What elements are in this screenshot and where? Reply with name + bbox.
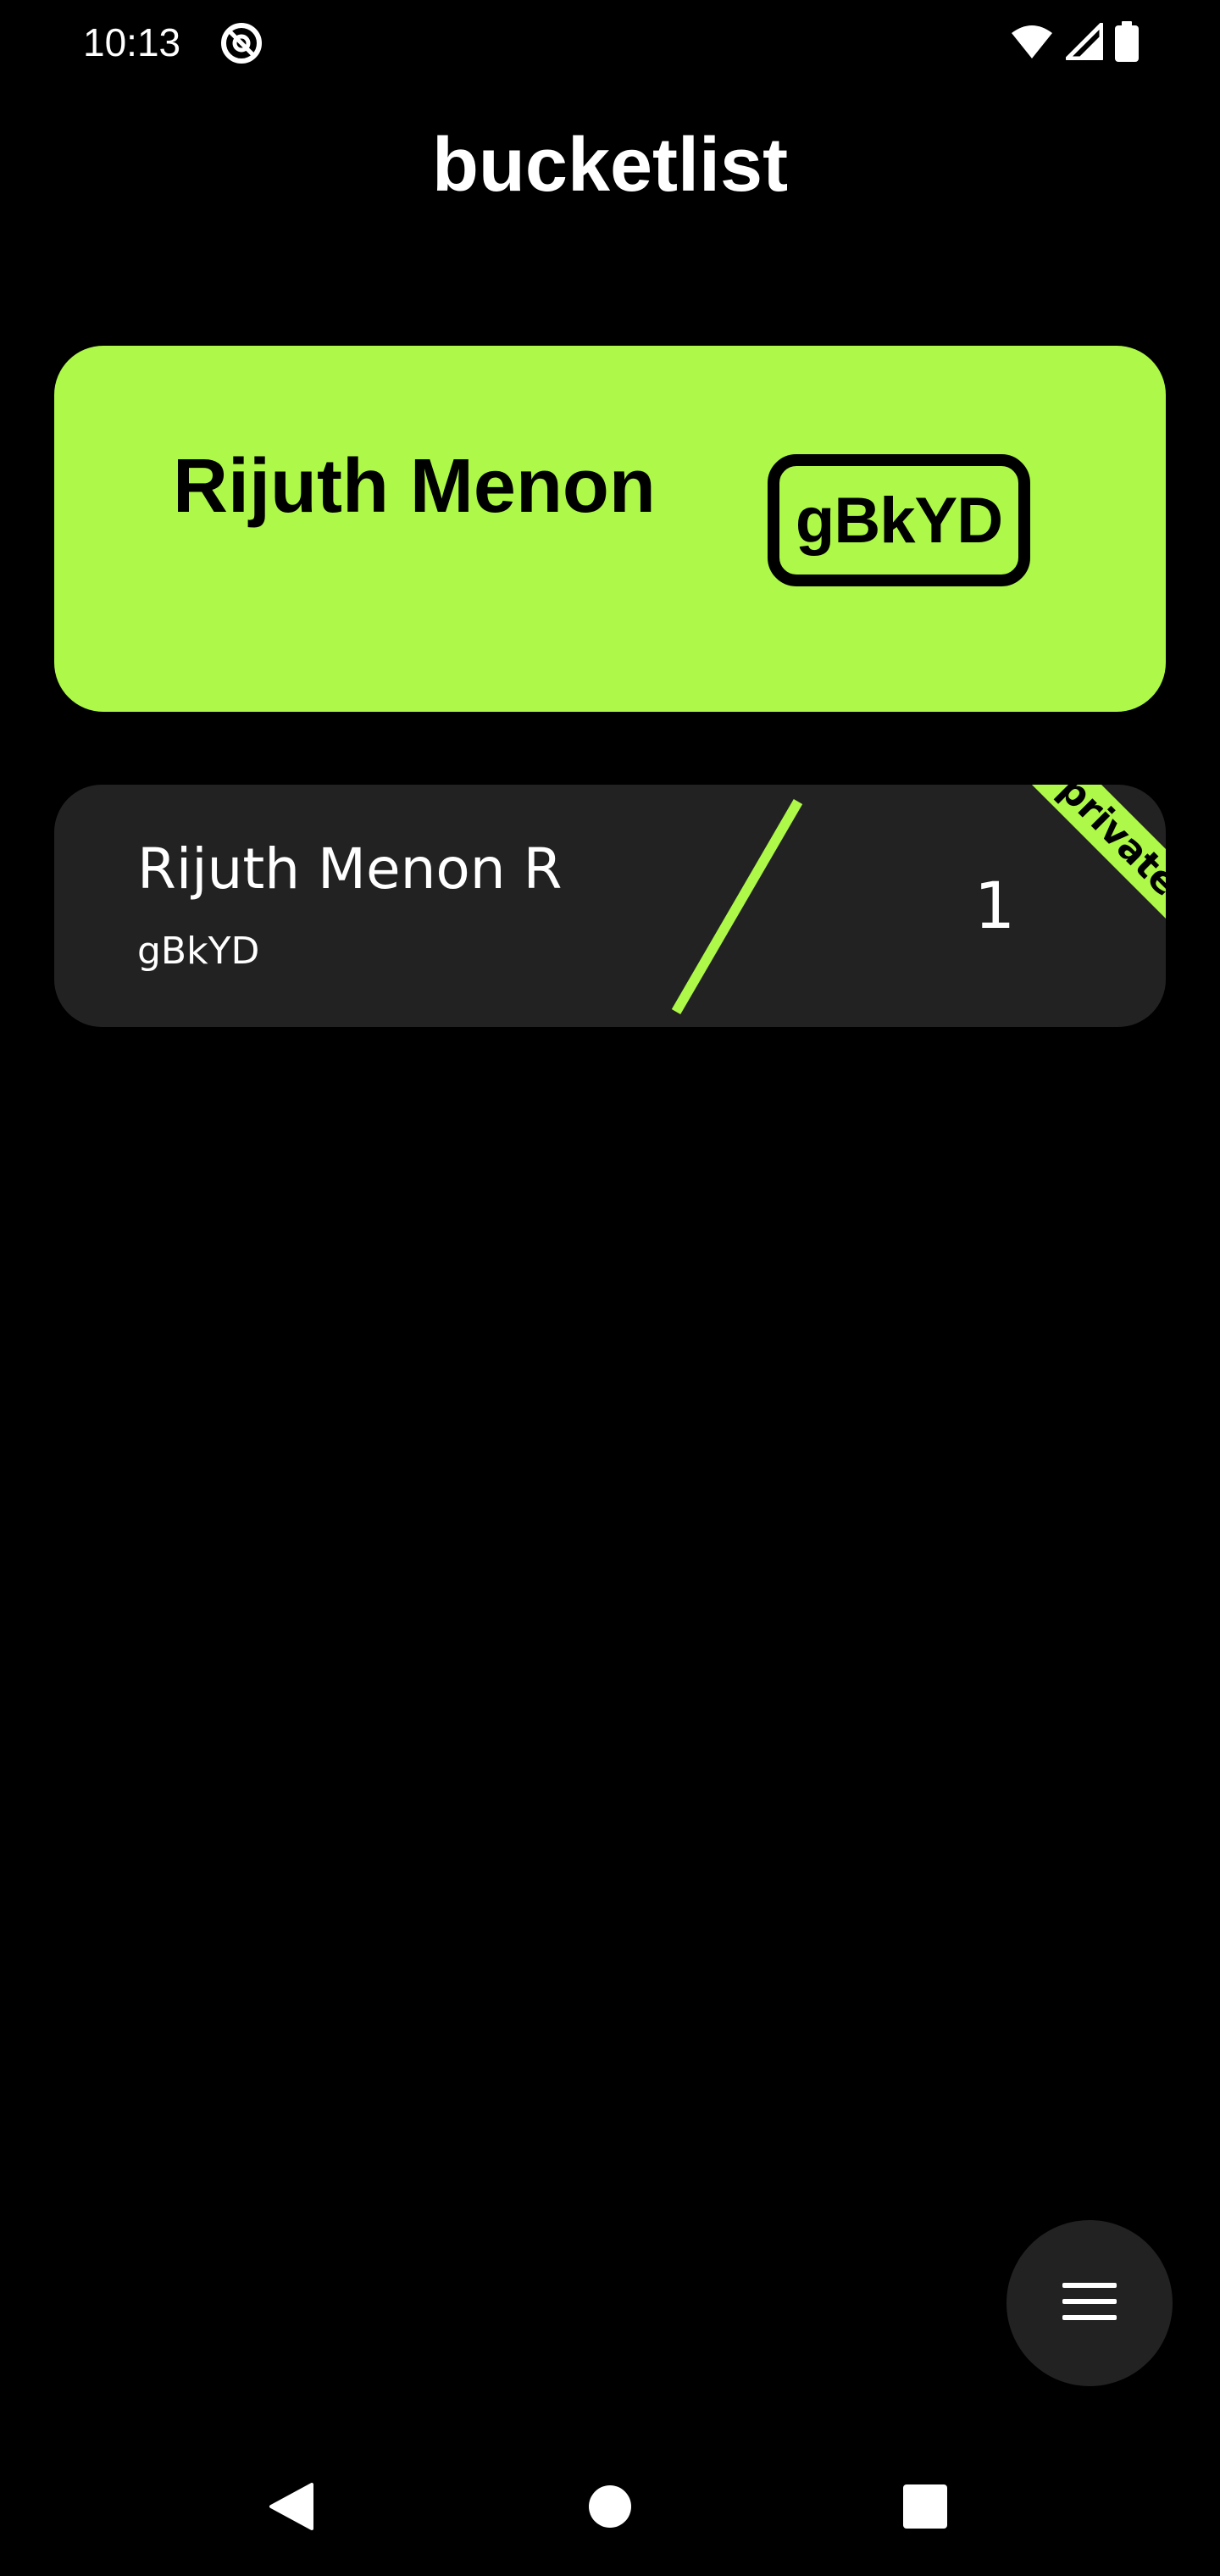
profile-card[interactable]: Rijuth Menon gBkYD: [54, 346, 1166, 712]
list-item-code: gBkYD: [137, 930, 260, 973]
back-icon: [268, 2481, 315, 2536]
list-item[interactable]: Rijuth Menon R gBkYD 1 private: [54, 785, 1166, 1027]
list-item-title: Rijuth Menon R: [137, 836, 563, 902]
recents-icon: [902, 2484, 948, 2534]
page-title: bucketlist: [431, 123, 789, 208]
battery-icon: [1115, 20, 1139, 66]
at-sign-icon: [219, 20, 264, 66]
status-time: 10:13: [83, 20, 181, 64]
system-nav-bar: [0, 2440, 1220, 2576]
wifi-icon: [1010, 23, 1054, 64]
profile-code-badge[interactable]: gBkYD: [768, 454, 1030, 586]
profile-code: gBkYD: [795, 484, 1003, 557]
status-icons: [1010, 20, 1139, 66]
profile-name: Rijuth Menon: [173, 444, 656, 529]
status-bar: 10:13: [0, 0, 1220, 85]
menu-icon: [1062, 2281, 1117, 2326]
menu-button[interactable]: [1006, 2220, 1173, 2386]
home-icon: [588, 2484, 632, 2533]
recents-button[interactable]: [883, 2466, 968, 2551]
home-button[interactable]: [568, 2466, 652, 2551]
list-item-count: 1: [973, 868, 1016, 943]
cellular-signal-icon: [1065, 22, 1104, 64]
back-button[interactable]: [249, 2466, 334, 2551]
